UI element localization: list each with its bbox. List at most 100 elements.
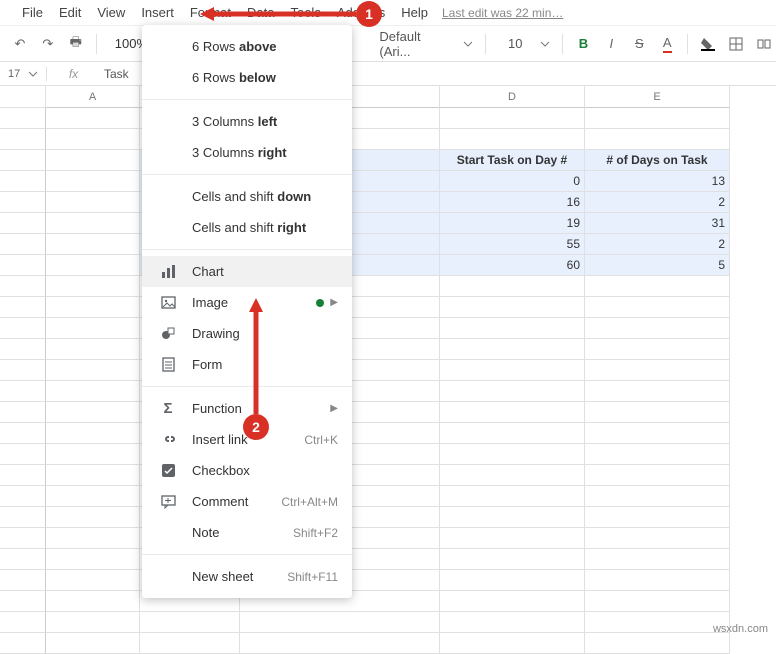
- undo-icon[interactable]: ↶: [8, 32, 32, 56]
- insert-form[interactable]: Form: [142, 349, 352, 380]
- cell[interactable]: [585, 276, 730, 297]
- cell[interactable]: [585, 108, 730, 129]
- cell[interactable]: [585, 381, 730, 402]
- cell[interactable]: [46, 297, 140, 318]
- cell[interactable]: [440, 360, 585, 381]
- cell[interactable]: [585, 129, 730, 150]
- row-number[interactable]: [0, 465, 46, 486]
- name-box[interactable]: 17: [0, 68, 46, 80]
- cell[interactable]: [46, 150, 140, 171]
- insert-cells-down[interactable]: Cells and shift down: [142, 181, 352, 212]
- cell[interactable]: [440, 591, 585, 612]
- cell[interactable]: [440, 297, 585, 318]
- fillcolor-button[interactable]: [696, 32, 720, 56]
- cell[interactable]: 13: [585, 171, 730, 192]
- cell[interactable]: [585, 318, 730, 339]
- menu-edit[interactable]: Edit: [51, 1, 89, 24]
- row-number[interactable]: [0, 402, 46, 423]
- cell[interactable]: [46, 192, 140, 213]
- row-number[interactable]: [0, 318, 46, 339]
- cell[interactable]: [585, 570, 730, 591]
- insert-new-sheet[interactable]: New sheetShift+F11: [142, 561, 352, 592]
- font-dropdown[interactable]: Default (Ari...: [375, 29, 477, 59]
- cell[interactable]: 55: [440, 234, 585, 255]
- cell[interactable]: [440, 465, 585, 486]
- cell[interactable]: [46, 129, 140, 150]
- insert-cols-left[interactable]: 3 Columns left: [142, 106, 352, 137]
- cell[interactable]: [585, 591, 730, 612]
- insert-cells-right[interactable]: Cells and shift right: [142, 212, 352, 243]
- cell[interactable]: [585, 360, 730, 381]
- cell[interactable]: [46, 444, 140, 465]
- cell[interactable]: [46, 465, 140, 486]
- row-number[interactable]: [0, 192, 46, 213]
- insert-function[interactable]: ΣFunction▶: [142, 393, 352, 424]
- cell[interactable]: [440, 486, 585, 507]
- cell[interactable]: [440, 318, 585, 339]
- col-header-e[interactable]: E: [585, 86, 730, 108]
- cell[interactable]: [46, 381, 140, 402]
- cell[interactable]: [585, 423, 730, 444]
- cell[interactable]: [585, 507, 730, 528]
- cell[interactable]: [46, 591, 140, 612]
- cell[interactable]: [440, 339, 585, 360]
- cell[interactable]: [46, 612, 140, 633]
- row-number[interactable]: [0, 507, 46, 528]
- cell[interactable]: [585, 486, 730, 507]
- insert-cols-right[interactable]: 3 Columns right: [142, 137, 352, 168]
- print-icon[interactable]: 🖶: [64, 32, 88, 56]
- row-number[interactable]: [0, 549, 46, 570]
- menu-data[interactable]: Data: [239, 1, 282, 24]
- cell[interactable]: 5: [585, 255, 730, 276]
- cell[interactable]: [46, 234, 140, 255]
- cell[interactable]: 60: [440, 255, 585, 276]
- menu-format[interactable]: Format: [182, 1, 239, 24]
- menu-tools[interactable]: Tools: [282, 1, 328, 24]
- cell-header-start[interactable]: Start Task on Day #: [440, 150, 585, 171]
- cell[interactable]: [46, 402, 140, 423]
- cell[interactable]: [140, 633, 240, 654]
- row-number[interactable]: [0, 444, 46, 465]
- cell[interactable]: [440, 402, 585, 423]
- cell[interactable]: [440, 276, 585, 297]
- bold-button[interactable]: B: [571, 32, 595, 56]
- row-number[interactable]: [0, 423, 46, 444]
- cell[interactable]: [585, 444, 730, 465]
- cell[interactable]: [440, 549, 585, 570]
- fontsize-dropdown[interactable]: 10: [494, 36, 554, 51]
- row-number[interactable]: [0, 339, 46, 360]
- cell[interactable]: [440, 381, 585, 402]
- last-edit-link[interactable]: Last edit was 22 min…: [442, 6, 563, 20]
- row-number[interactable]: [0, 297, 46, 318]
- col-header-d[interactable]: D: [440, 86, 585, 108]
- insert-rows-below[interactable]: 6 Rows below: [142, 62, 352, 93]
- cell[interactable]: [240, 633, 440, 654]
- cell[interactable]: [440, 507, 585, 528]
- cell[interactable]: [440, 129, 585, 150]
- row-number[interactable]: [0, 108, 46, 129]
- row-number[interactable]: [0, 360, 46, 381]
- cell[interactable]: [46, 507, 140, 528]
- italic-button[interactable]: I: [599, 32, 623, 56]
- cell[interactable]: [46, 339, 140, 360]
- cell[interactable]: [46, 423, 140, 444]
- cell[interactable]: [585, 633, 730, 654]
- select-all-corner[interactable]: [0, 86, 46, 108]
- cell[interactable]: [46, 318, 140, 339]
- cell[interactable]: 19: [440, 213, 585, 234]
- col-header-a[interactable]: A: [46, 86, 140, 108]
- row-number[interactable]: [0, 633, 46, 654]
- redo-icon[interactable]: ↷: [36, 32, 60, 56]
- cell[interactable]: [585, 528, 730, 549]
- cell[interactable]: [46, 360, 140, 381]
- cell[interactable]: [46, 108, 140, 129]
- cell[interactable]: 0: [440, 171, 585, 192]
- cell[interactable]: [46, 255, 140, 276]
- row-number[interactable]: [0, 213, 46, 234]
- row-number[interactable]: [0, 150, 46, 171]
- cell[interactable]: [46, 570, 140, 591]
- cell[interactable]: [140, 612, 240, 633]
- row-number[interactable]: [0, 129, 46, 150]
- cell[interactable]: [46, 213, 140, 234]
- cell[interactable]: [440, 108, 585, 129]
